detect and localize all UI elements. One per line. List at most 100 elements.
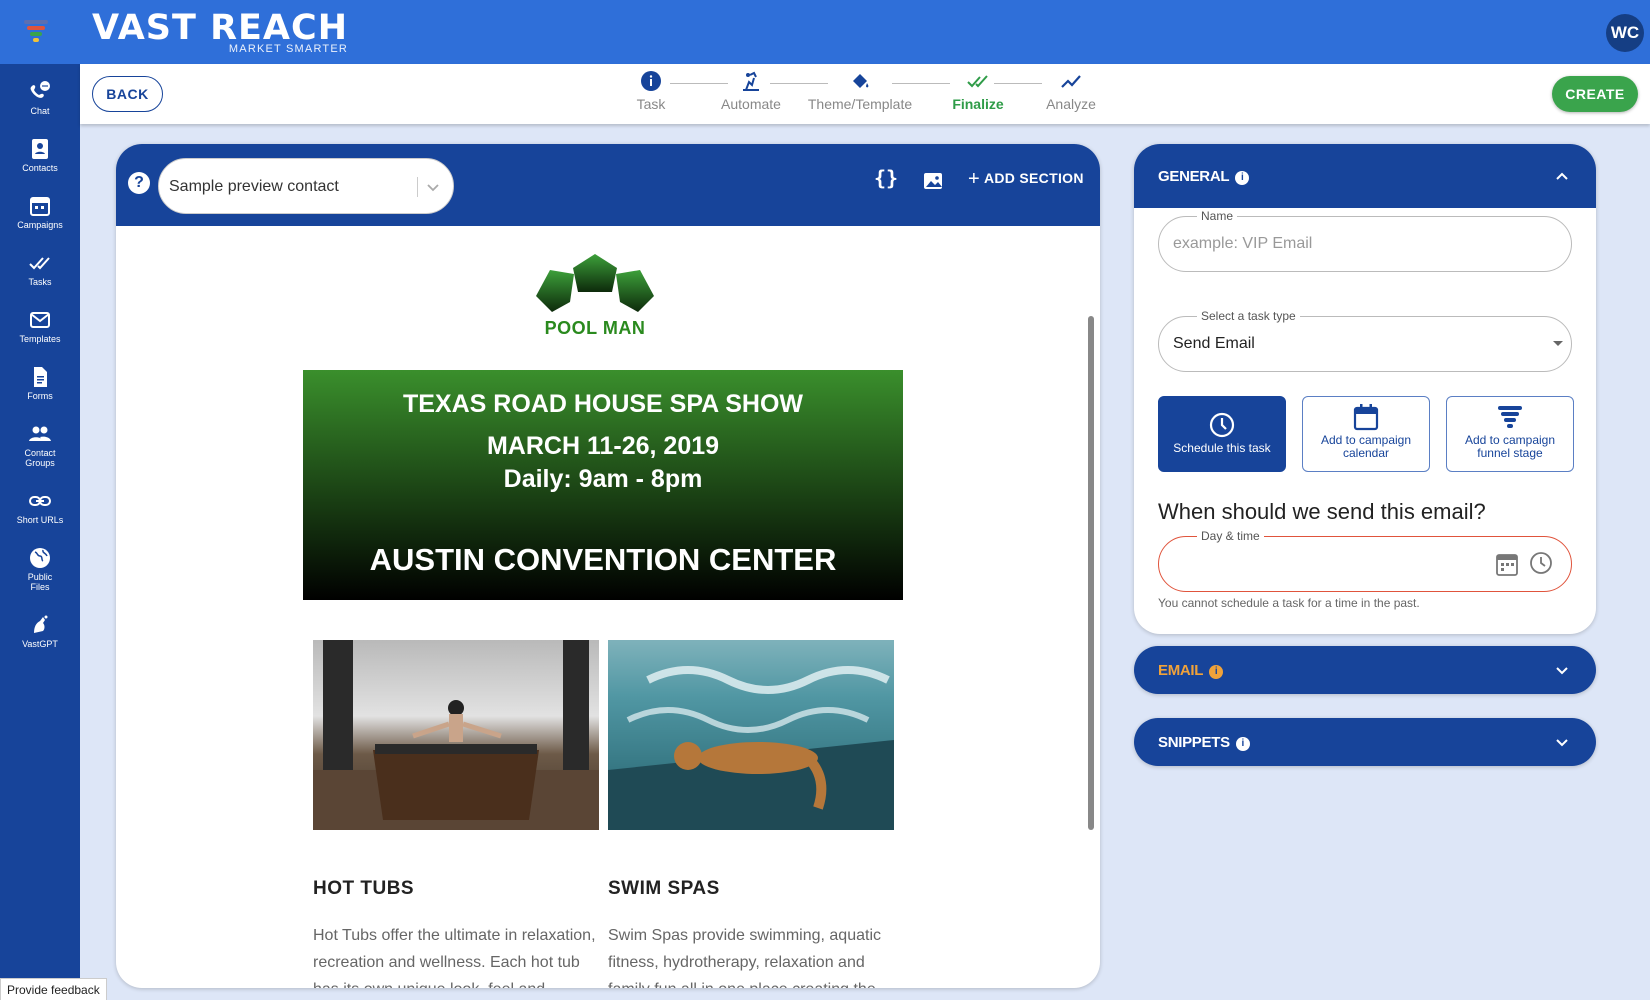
image-icon[interactable] [922,170,944,192]
task-type-select[interactable]: Select a task type Send Email [1158,309,1572,372]
back-button[interactable]: BACK [92,76,163,112]
user-avatar[interactable]: WC [1606,14,1644,52]
hot-tub-photo [313,640,599,830]
contacts-icon [32,139,48,159]
trend-icon [1061,75,1081,88]
task-type-label: Select a task type [1197,309,1300,323]
funnel-logo-icon[interactable] [22,18,50,46]
general-panel: GENERAL i Name example: VIP Email Select … [1134,144,1596,634]
banner-hours: Daily: 9am - 8pm [503,465,703,493]
step-task[interactable]: Task [633,70,669,112]
swim-spas-text: Swim Spas provide swimming, aquatic fitn… [608,927,881,988]
sidebar-item-short-urls[interactable]: Short URLs [0,489,80,525]
swim-spas-title: SWIM SPAS [608,878,720,899]
email-panel[interactable]: EMAIL i [1134,646,1596,694]
sidebar-item-label: Chat [30,106,50,116]
add-section-button[interactable]: + ADD SECTION [968,168,1084,191]
create-button[interactable]: CREATE [1552,76,1638,112]
code-braces-icon[interactable]: {} [874,166,898,190]
calendar-icon [1353,404,1379,431]
sidebar-item-campaigns[interactable]: Campaigns [0,194,80,230]
name-field-placeholder: example: VIP Email [1173,235,1313,252]
step-finalize[interactable]: Finalize [942,70,1014,112]
automate-icon [743,71,759,91]
clock-icon[interactable] [1529,551,1553,575]
add-section-label: ADD SECTION [983,170,1084,186]
tasks-icon [29,257,50,270]
provide-feedback-button[interactable]: Provide feedback [0,978,107,1000]
day-time-error-text: You cannot schedule a task for a time in… [1158,596,1420,610]
funnel-icon [1498,406,1522,428]
sidebar-item-tasks[interactable]: Tasks [0,251,80,287]
chevron-down-icon [427,184,439,192]
chevron-up-icon[interactable] [1554,168,1570,184]
hot-tubs-title: HOT TUBS [313,878,415,899]
general-panel-header[interactable]: GENERAL i [1134,144,1596,208]
send-time-question: When should we send this email? [1158,499,1486,524]
add-to-funnel-stage-option[interactable]: Add to campaign funnel stage [1446,396,1574,472]
step-label: Analyze [1046,96,1096,112]
top-bar: VAST REACH MARKET SMARTER WC [0,0,1650,64]
sidebar-item-label: Short URLs [16,515,64,525]
add-to-campaign-calendar-option[interactable]: Add to campaign calendar [1302,396,1430,472]
sidebar-item-forms[interactable]: Forms [0,365,80,401]
sidebar-item-public-files[interactable]: Public Files [0,546,80,592]
sidebar-item-label: Public Files [27,572,53,592]
general-panel-title: GENERAL i [1158,168,1250,185]
wizard-header: BACK Task Automate Theme/Template Finali… [80,64,1650,124]
event-banner: TEXAS ROAD HOUSE SPA SHOW MARCH 11-26, 2… [303,370,903,600]
email-title-text: EMAIL [1158,662,1204,679]
contact-groups-icon [29,426,51,441]
brand-tagline: MARKET SMARTER [228,43,348,55]
dropdown-caret-icon [1553,341,1563,346]
swim-spa-photo [608,640,894,830]
link-icon [29,496,51,506]
step-label: Theme/Template [807,96,913,112]
info-icon[interactable]: i [1235,737,1250,751]
select-divider [417,177,418,197]
chevron-down-icon[interactable] [1554,734,1570,750]
day-time-label: Day & time [1197,529,1264,543]
step-analyze[interactable]: Analyze [1038,70,1104,112]
paint-bucket-icon [853,74,869,88]
sidebar-item-templates[interactable]: Templates [0,308,80,344]
clock-icon [1209,412,1235,438]
step-theme-template[interactable]: Theme/Template [802,70,918,112]
info-icon[interactable]: i [1235,171,1250,185]
step-automate[interactable]: Automate [716,70,786,112]
chevron-down-icon[interactable] [1554,662,1570,678]
plus-icon: + [968,168,980,190]
calendar-icon[interactable] [1495,551,1519,577]
vastgpt-icon [34,615,48,633]
sidebar-item-contacts[interactable]: Contacts [0,137,80,173]
schedule-task-option[interactable]: Schedule this task [1158,396,1286,472]
email-editor: ? Sample preview contact {} + ADD SECTION… [116,144,1100,988]
sidebar-item-label: Contacts [22,163,58,173]
step-label: Task [636,96,666,112]
name-field[interactable]: Name example: VIP Email [1158,209,1572,272]
brand-name: VAST REACH [92,8,348,48]
campaigns-icon [30,197,50,216]
double-check-icon [967,75,988,88]
snippets-title-text: SNIPPETS [1158,734,1230,751]
step-label: Finalize [952,96,1004,112]
hot-tubs-text: Hot Tubs offer the ultimate in relaxatio… [313,927,596,988]
snippets-panel[interactable]: SNIPPETS i [1134,718,1596,766]
sidebar-item-vastgpt[interactable]: VastGPT [0,613,80,649]
editor-toolbar: ? Sample preview contact {} + ADD SECTION [116,144,1100,226]
email-panel-title: EMAIL i [1158,662,1224,679]
brand-logo[interactable]: VAST REACH MARKET SMARTER [92,8,348,55]
schedule-task-label: Schedule this task [1173,441,1271,455]
sidebar-item-contact-groups[interactable]: Contact Groups [0,422,80,468]
editor-scrollbar[interactable] [1088,316,1094,830]
sidebar-item-label: VastGPT [22,639,58,649]
pool-man-logo-icon [536,254,654,312]
email-preview-canvas[interactable]: POOL MAN TEXAS ROAD HOUSE SPA SHOW MARCH… [116,226,1100,988]
info-icon[interactable]: i [1209,665,1224,679]
add-to-funnel-stage-label: Add to campaign funnel stage [1464,433,1556,460]
banner-event-name: TEXAS ROAD HOUSE SPA SHOW [402,390,804,418]
sidebar-item-chat[interactable]: Chat [0,80,80,116]
preview-contact-select[interactable]: Sample preview contact [158,158,454,214]
help-icon[interactable]: ? [128,172,150,194]
day-time-field[interactable]: Day & time [1158,529,1572,592]
